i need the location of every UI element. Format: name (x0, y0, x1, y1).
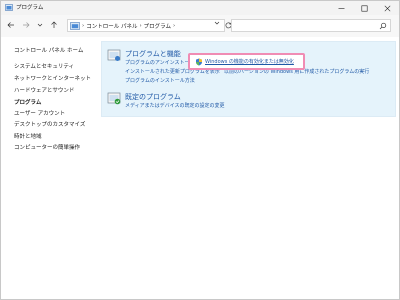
chevron-down-icon (214, 21, 220, 25)
forward-button[interactable] (21, 20, 31, 30)
up-button[interactable] (49, 20, 59, 30)
minimize-button[interactable] (331, 1, 351, 15)
title-bar: プログラム (1, 1, 399, 15)
breadcrumb-separator: › (173, 22, 176, 29)
breadcrumb-separator: › (139, 22, 142, 29)
back-button[interactable] (6, 20, 16, 30)
default-programs-icon (107, 92, 121, 105)
address-bar[interactable]: › コントロール パネル › プログラム › (67, 19, 225, 32)
category-programs-features[interactable]: プログラムと機能 (125, 49, 181, 59)
link-how-to-install[interactable]: プログラムのインストール方法 (125, 77, 195, 84)
address-dropdown-button[interactable] (213, 19, 221, 27)
control-panel-icon (70, 21, 80, 30)
sidebar-item-clock-region[interactable]: 時計と地域 (14, 132, 42, 140)
sidebar-item-ease-of-access[interactable]: コンピューターの簡単操作 (14, 143, 80, 151)
window-title: プログラム (16, 5, 44, 11)
link-change-media-defaults[interactable]: メディアまたはデバイスの既定の設定の変更 (125, 102, 225, 109)
sidebar-item-network-internet[interactable]: ネットワークとインターネット (14, 74, 91, 82)
sidebar-item-programs[interactable]: プログラム (14, 98, 41, 106)
maximize-button[interactable] (354, 1, 374, 15)
main-content: プログラムと機能 プログラムのアンインストール インストールされた更新プログラム… (97, 37, 399, 299)
breadcrumb-programs[interactable]: プログラム (144, 22, 171, 30)
minimize-icon (338, 7, 344, 9)
sidebar-item-personalization[interactable]: デスクトップのカスタマイズ (14, 120, 85, 128)
control-panel-icon (5, 4, 13, 11)
sidebar-home-link[interactable]: コントロール パネル ホーム (14, 46, 83, 54)
search-icon (379, 22, 387, 30)
close-icon (384, 5, 390, 11)
sidebar-item-system-security[interactable]: システムとセキュリティ (14, 62, 74, 70)
category-default-programs[interactable]: 既定のプログラム (125, 92, 181, 102)
arrow-up-icon (51, 21, 57, 28)
navigation-bar: › コントロール パネル › プログラム › (1, 15, 399, 37)
close-button[interactable] (377, 1, 397, 15)
breadcrumb-separator: › (82, 22, 85, 29)
programs-features-icon (107, 49, 121, 61)
maximize-icon (361, 5, 368, 12)
link-uninstall-program[interactable]: プログラムのアンインストール (125, 59, 195, 66)
control-panel-window: プログラム › コントロール パネル › プログラム › コントロール パネル … (0, 0, 400, 300)
sidebar-item-hardware-sound[interactable]: ハードウェアとサウンド (14, 86, 74, 94)
link-turn-windows-features[interactable]: Windows の機能の有効化または無効化 (205, 58, 294, 65)
sidebar-item-user-accounts[interactable]: ユーザー アカウント (14, 109, 65, 117)
shield-icon (196, 58, 202, 66)
windows-features-highlight[interactable]: Windows の機能の有効化または無効化 (188, 53, 305, 70)
arrow-right-icon (23, 22, 30, 28)
arrow-left-icon (7, 22, 14, 28)
breadcrumb-control-panel[interactable]: コントロール パネル (86, 22, 137, 30)
search-input[interactable] (231, 19, 391, 32)
sidebar: コントロール パネル ホーム システムとセキュリティ ネットワークとインターネッ… (1, 37, 97, 299)
chevron-down-icon (37, 23, 43, 27)
recent-locations-button[interactable] (35, 20, 45, 30)
